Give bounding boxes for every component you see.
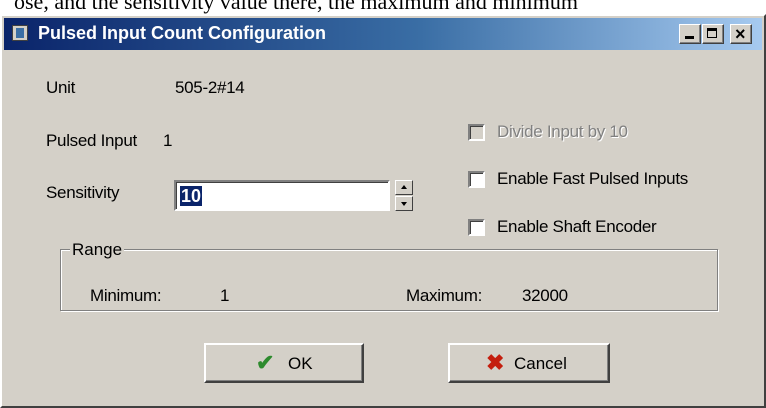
range-group-label: Range — [70, 240, 125, 260]
sensitivity-label: Sensitivity — [46, 183, 120, 202]
app-icon[interactable] — [12, 25, 28, 41]
minimum-label: Minimum: — [90, 286, 162, 305]
shaft-encoder-label: Enable Shaft Encoder — [497, 217, 657, 236]
fast-pulsed-checkbox[interactable] — [468, 171, 485, 188]
fast-pulsed-label: Enable Fast Pulsed Inputs — [497, 169, 688, 188]
close-button[interactable]: × — [730, 24, 752, 44]
pulsed-input-label: Pulsed Input — [46, 131, 137, 150]
ok-button-label: OK — [288, 354, 313, 373]
shaft-encoder-checkbox[interactable] — [468, 219, 485, 236]
unit-label: Unit — [46, 78, 76, 97]
background-document-text: ose, and the sensitivity value there, th… — [0, 0, 766, 14]
pulsed-input-value: 1 — [163, 131, 173, 150]
minimum-value: 1 — [220, 286, 230, 305]
ok-button[interactable]: ✔ OK — [204, 343, 364, 383]
sensitivity-value: 10 — [180, 186, 203, 206]
maximum-value: 32000 — [522, 286, 568, 305]
background-text-line: ose, and the sensitivity value there, th… — [14, 0, 578, 14]
minimize-button[interactable] — [679, 24, 701, 44]
unit-value: 505-2#14 — [175, 78, 245, 97]
divide-input-checkbox[interactable] — [468, 124, 485, 141]
cancel-button[interactable]: ✖ Cancel — [448, 343, 610, 383]
close-icon: × — [735, 24, 746, 44]
divide-input-label: Divide Input by 10 — [497, 122, 628, 141]
window-title: Pulsed Input Count Configuration — [38, 23, 326, 43]
maximum-label: Maximum: — [406, 286, 482, 305]
spin-down-button[interactable] — [395, 196, 413, 211]
sensitivity-spinner[interactable] — [395, 180, 413, 211]
sensitivity-input[interactable]: 10 — [174, 180, 390, 211]
cancel-button-label: Cancel — [514, 354, 567, 373]
spin-up-button[interactable] — [395, 180, 413, 195]
maximize-button[interactable] — [702, 24, 724, 44]
dialog-window: Pulsed Input Count Configuration × — [0, 14, 766, 408]
checkmark-icon: ✔ — [256, 350, 275, 375]
x-icon: ✖ — [486, 350, 505, 375]
title-bar[interactable]: Pulsed Input Count Configuration × — [4, 18, 762, 50]
